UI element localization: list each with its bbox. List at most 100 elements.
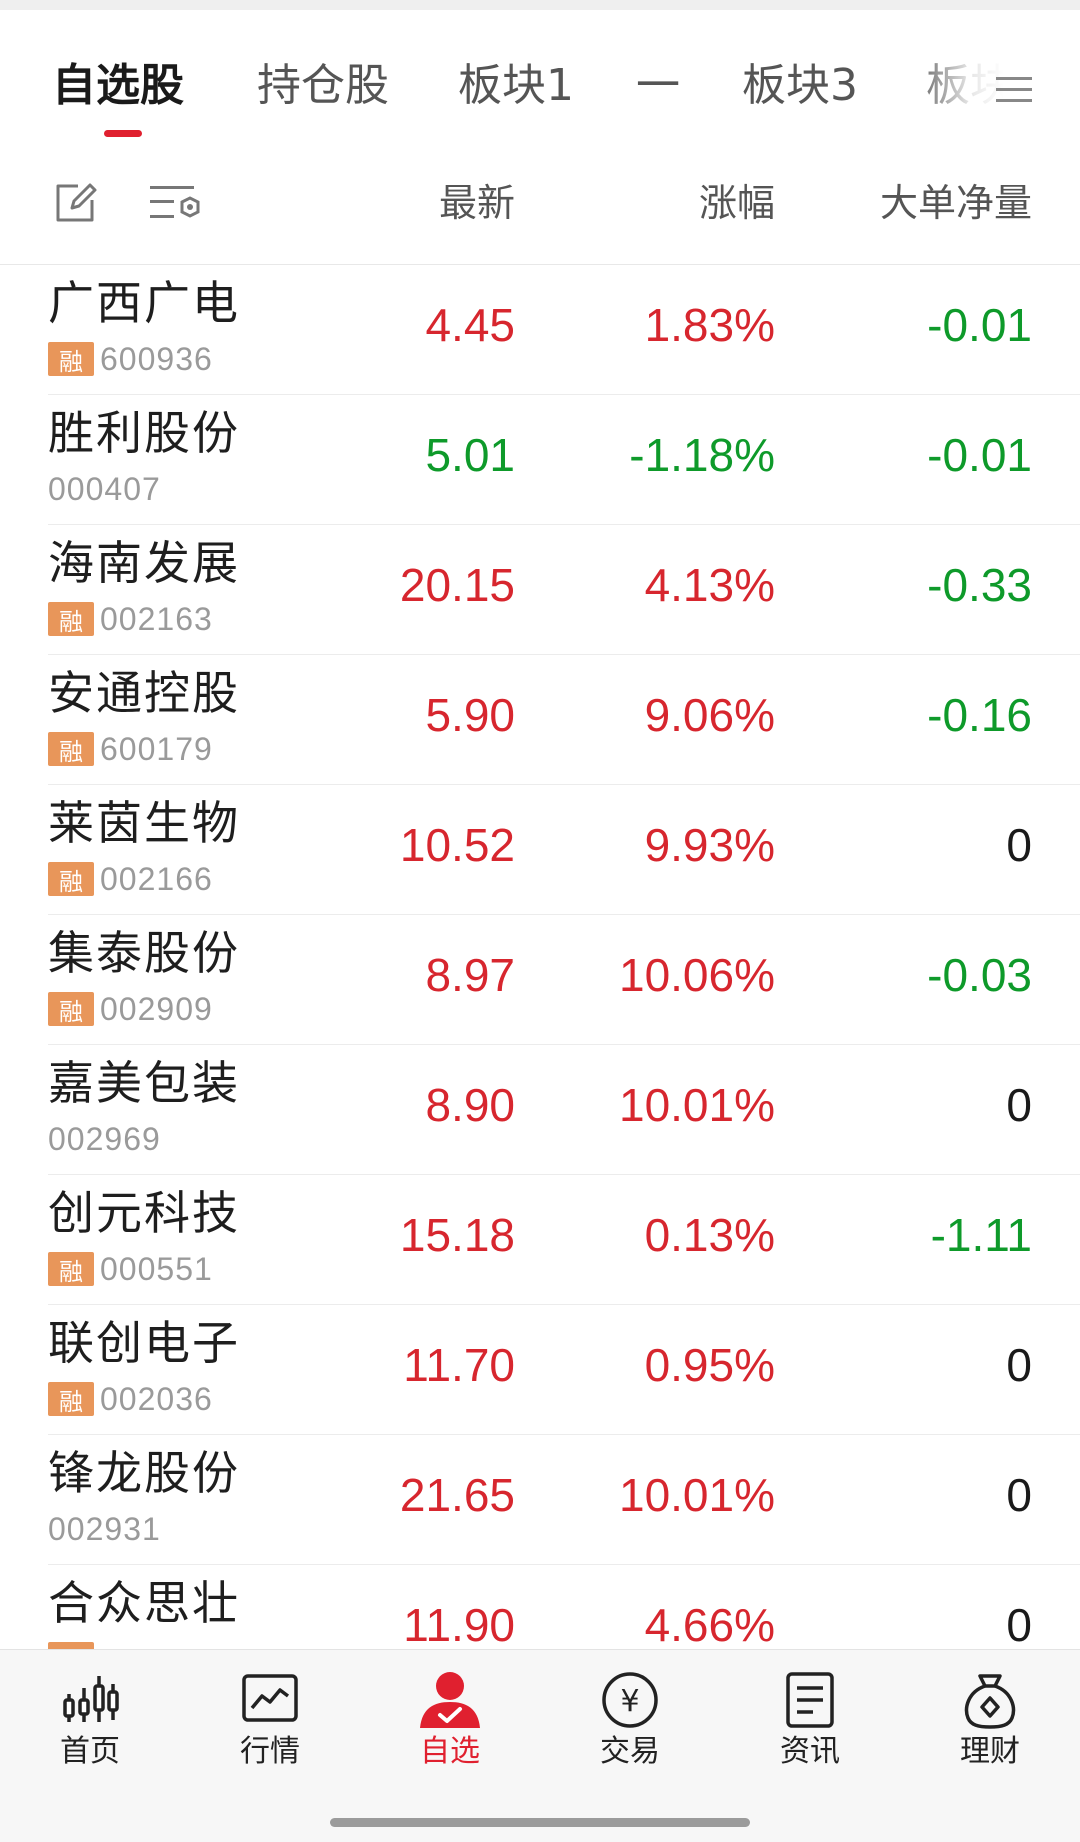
stock-change-pct: 4.66% <box>644 1599 775 1651</box>
stock-row[interactable]: 锋龙股份 002931 21.65 10.01% 0 <box>48 1435 1080 1565</box>
home-candlestick-icon <box>63 1676 119 1722</box>
stock-big-order-net: 0 <box>1006 1599 1032 1651</box>
market-chart-icon <box>242 1674 298 1722</box>
nav-wealth[interactable]: 理财 <box>915 1670 1065 1780</box>
nav-market[interactable]: 行情 <box>195 1670 345 1780</box>
tab-menu-icon[interactable] <box>996 74 1032 106</box>
margin-trading-badge: 融 <box>48 1382 94 1416</box>
stock-code: 002166 <box>100 860 213 897</box>
stock-subline: 002969 <box>48 1121 161 1157</box>
watchlist-tab-bar: 自选股 持仓股 板块1 一 板块3 板块 <box>0 10 1080 143</box>
header-big-order-net[interactable]: 大单净量 <box>812 180 1032 226</box>
stock-row[interactable]: 莱茵生物融 002166 10.52 9.93% 0 <box>48 785 1080 915</box>
stock-name: 胜利股份 <box>48 406 240 460</box>
stock-latest-price: 11.70 <box>403 1339 515 1391</box>
stock-list: 广西广电融 600936 4.45 1.83% -0.01 胜利股份 000407 5.01-… <box>0 265 1080 1695</box>
header-latest-price[interactable]: 最新 <box>315 180 515 226</box>
active-tab-indicator <box>104 130 142 137</box>
stock-subline: 融 002166 <box>48 861 213 897</box>
stock-change-pct: 9.93% <box>644 819 775 871</box>
stock-change-pct: 0.13% <box>644 1209 775 1261</box>
stock-latest-price: 10.52 <box>399 819 515 871</box>
stock-latest-price: 8.90 <box>425 1079 515 1131</box>
home-indicator[interactable] <box>330 1818 750 1827</box>
stock-subline: 融 002909 <box>48 991 213 1027</box>
stock-code: 002036 <box>100 1380 213 1417</box>
header-change-pct[interactable]: 涨幅 <box>575 180 775 226</box>
stock-big-order-net: -0.33 <box>927 559 1032 611</box>
stock-change-pct: 4.13% <box>644 559 775 611</box>
bottom-navigation: 首页 行情 自选 ¥ 交易 资讯 理财 <box>0 1649 1080 1842</box>
status-bar-strip <box>0 0 1080 10</box>
stock-big-order-net: -0.01 <box>927 429 1032 481</box>
tab-my-stocks[interactable]: 自选股 <box>52 56 184 116</box>
stock-latest-price: 8.97 <box>425 949 515 1001</box>
stock-row[interactable]: 联创电子融 002036 11.70 0.95% 0 <box>48 1305 1080 1435</box>
stock-row[interactable]: 海南发展融 002163 20.15 4.13% -0.33 <box>48 525 1080 655</box>
stock-subline: 融 000551 <box>48 1251 213 1287</box>
stock-big-order-net: -0.03 <box>927 949 1032 1001</box>
nav-news[interactable]: 资讯 <box>735 1670 885 1780</box>
stock-row[interactable]: 创元科技融 000551 15.18 0.13% -1.11 <box>48 1175 1080 1305</box>
stock-subline: 融 600936 <box>48 341 213 377</box>
stock-change-pct: 1.83% <box>644 299 775 351</box>
nav-trade[interactable]: ¥ 交易 <box>555 1670 705 1780</box>
list-settings-icon[interactable] <box>148 180 202 226</box>
stock-latest-price: 11.90 <box>403 1599 515 1651</box>
tab-fade-overlay <box>910 50 1080 140</box>
margin-trading-badge: 融 <box>48 862 94 896</box>
tab-dash[interactable]: 一 <box>636 56 680 116</box>
stock-change-pct: 10.01% <box>618 1079 775 1131</box>
tab-holdings[interactable]: 持仓股 <box>257 56 389 116</box>
stock-name: 莱茵生物 <box>48 796 240 850</box>
stock-name: 联创电子 <box>48 1316 240 1370</box>
yuan-coin-icon: ¥ <box>602 1672 658 1728</box>
stock-code: 600179 <box>100 730 213 767</box>
stock-change-pct: 9.06% <box>644 689 775 741</box>
stock-name: 锋龙股份 <box>48 1446 240 1500</box>
stock-latest-price: 21.65 <box>399 1469 515 1521</box>
stock-row[interactable]: 胜利股份 000407 5.01 -1.18% -0.01 <box>48 395 1080 525</box>
stock-name: 合众思壮 <box>48 1576 240 1630</box>
stock-latest-price: 15.18 <box>399 1209 515 1261</box>
stock-subline: 融 002163 <box>48 601 213 637</box>
stock-code: 000551 <box>100 1250 213 1287</box>
stock-name: 集泰股份 <box>48 926 240 980</box>
stock-subline: 002931 <box>48 1511 161 1547</box>
stock-big-order-net: 0 <box>1006 819 1032 871</box>
stock-change-pct: 10.01% <box>618 1469 775 1521</box>
stock-latest-price: 4.45 <box>425 299 515 351</box>
stock-big-order-net: 0 <box>1006 1339 1032 1391</box>
stock-big-order-net: -0.16 <box>927 689 1032 741</box>
margin-trading-badge: 融 <box>48 732 94 766</box>
svg-text:¥: ¥ <box>620 1684 639 1719</box>
stock-code: 002969 <box>48 1120 161 1157</box>
money-bag-icon <box>964 1674 1016 1729</box>
margin-trading-badge: 融 <box>48 602 94 636</box>
stock-subline: 000407 <box>48 471 161 507</box>
stock-name: 安通控股 <box>48 666 240 720</box>
stock-latest-price: 5.01 <box>425 429 515 481</box>
tab-sector-3[interactable]: 板块3 <box>742 56 858 116</box>
stock-name: 广西广电 <box>48 276 240 330</box>
stock-latest-price: 5.90 <box>425 689 515 741</box>
stock-row[interactable]: 集泰股份融 002909 8.97 10.06% -0.03 <box>48 915 1080 1045</box>
stock-latest-price: 20.15 <box>399 559 515 611</box>
stock-code: 000407 <box>48 470 161 507</box>
stock-subline: 融 600179 <box>48 731 213 767</box>
stock-row[interactable]: 安通控股融 600179 5.90 9.06% -0.16 <box>48 655 1080 785</box>
edit-icon[interactable] <box>52 180 98 226</box>
stock-big-order-net: 0 <box>1006 1079 1032 1131</box>
stock-row[interactable]: 广西广电融 600936 4.45 1.83% -0.01 <box>48 265 1080 395</box>
stock-row[interactable]: 嘉美包装 002969 8.90 10.01% 0 <box>48 1045 1080 1175</box>
nav-home[interactable]: 首页 <box>15 1670 165 1780</box>
stock-big-order-net: -0.01 <box>927 299 1032 351</box>
stock-change-pct: 10.06% <box>618 949 775 1001</box>
tab-sector-1[interactable]: 板块1 <box>458 56 574 116</box>
nav-watchlist[interactable]: 自选 <box>375 1670 525 1780</box>
stock-big-order-net: -1.11 <box>930 1209 1032 1261</box>
stock-name: 创元科技 <box>48 1186 240 1240</box>
news-document-icon <box>786 1672 834 1728</box>
stock-code: 600936 <box>100 340 213 377</box>
stock-subline: 融 002036 <box>48 1381 213 1417</box>
